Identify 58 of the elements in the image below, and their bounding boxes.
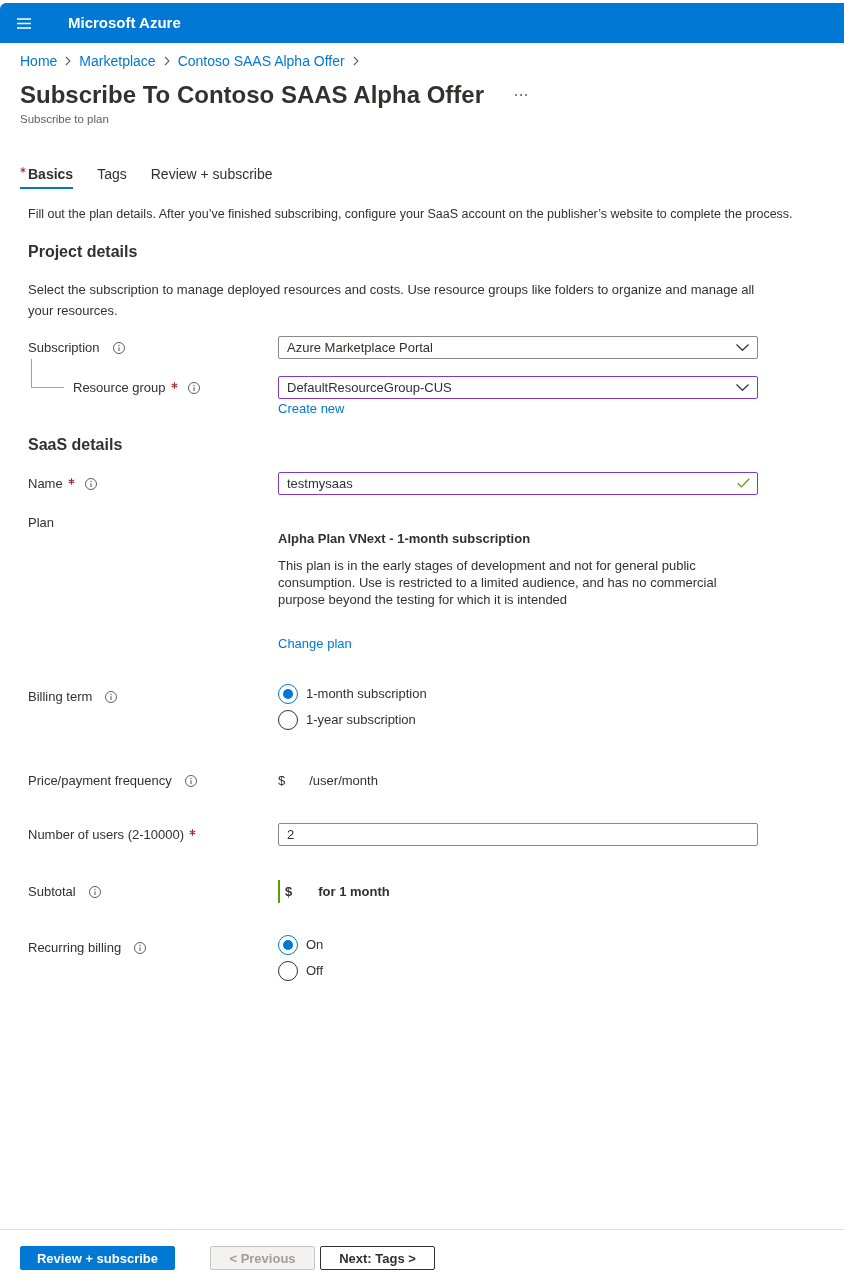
price-unit: /user/month bbox=[309, 772, 378, 790]
menu-icon[interactable] bbox=[17, 17, 31, 29]
info-icon[interactable] bbox=[134, 942, 147, 954]
breadcrumb-link[interactable]: Marketplace bbox=[79, 53, 156, 69]
chevron-right-icon bbox=[65, 56, 72, 66]
change-plan-link[interactable]: Change plan bbox=[278, 636, 352, 652]
info-icon[interactable] bbox=[88, 885, 101, 898]
field-label: Billing term bbox=[28, 688, 93, 706]
option-label[interactable]: On bbox=[306, 936, 324, 954]
tab[interactable]: Basics bbox=[20, 164, 74, 189]
radio-button[interactable] bbox=[278, 935, 298, 955]
page-subtitle: Subscribe to plan bbox=[20, 112, 109, 127]
radio-button[interactable] bbox=[278, 710, 298, 730]
field-label: Recurring billing bbox=[28, 939, 122, 957]
field-label: Price/payment frequency bbox=[28, 772, 172, 790]
intro-text: Fill out the plan details. After you’ve finished subscribing, configure your SaaS account on the publisher’s website to complete the process. bbox=[28, 206, 794, 223]
price-currency: $ bbox=[278, 772, 286, 790]
option-label[interactable]: 1-month subscription bbox=[306, 685, 427, 703]
chevron-down-icon bbox=[736, 344, 749, 351]
radio-button[interactable] bbox=[278, 961, 298, 981]
breadcrumb-link[interactable]: Contoso SAAS Alpha Offer bbox=[177, 53, 345, 69]
field-label: Plan bbox=[28, 514, 55, 532]
text-input[interactable]: 2 bbox=[278, 823, 758, 846]
app-title[interactable]: Microsoft Azure bbox=[68, 13, 181, 33]
field-label: Subscription bbox=[28, 338, 100, 357]
subtotal-period: for 1 month bbox=[318, 884, 390, 899]
radio-button[interactable] bbox=[278, 684, 298, 704]
text-input[interactable]: testmysaas bbox=[278, 472, 758, 495]
field-label: Resource group bbox=[73, 378, 166, 397]
select-dropdown[interactable]: DefaultResourceGroup-CUS bbox=[278, 376, 758, 399]
chevron-down-icon bbox=[736, 384, 749, 391]
info-icon[interactable] bbox=[184, 775, 197, 787]
footer-button[interactable]: Review + subscribe bbox=[20, 1246, 175, 1270]
info-icon[interactable] bbox=[84, 477, 97, 490]
subtotal-currency: $ bbox=[285, 884, 293, 899]
info-icon[interactable] bbox=[105, 691, 118, 703]
tab[interactable]: Review + subscribe bbox=[150, 164, 273, 189]
section-heading: Project details bbox=[28, 242, 138, 262]
chevron-right-icon bbox=[163, 56, 170, 66]
section-heading: SaaS details bbox=[28, 435, 123, 455]
footer-button[interactable]: Next: Tags > bbox=[320, 1246, 435, 1270]
tab[interactable]: Tags bbox=[97, 164, 127, 189]
plan-title: Alpha Plan VNext - 1-month subscription bbox=[278, 530, 531, 548]
page-title: Subscribe To Contoso SAAS Alpha Offer bbox=[20, 80, 485, 110]
plan-description: This plan is in the early stages of development and not for general public consumption. Use is restricted to a limited audience, and has no commercial purpose beyond the testing for which it is intended bbox=[278, 557, 718, 608]
create-new-link[interactable]: Create new bbox=[278, 401, 345, 417]
select-dropdown[interactable]: Azure Marketplace Portal bbox=[278, 336, 758, 359]
info-icon[interactable] bbox=[187, 381, 200, 394]
field-label: Number of users (2-10000) bbox=[28, 825, 185, 844]
info-icon[interactable] bbox=[112, 341, 125, 354]
option-label[interactable]: 1-year subscription bbox=[306, 711, 416, 729]
field-label: Name bbox=[28, 474, 63, 493]
more-icon[interactable] bbox=[514, 93, 529, 97]
chevron-right-icon bbox=[352, 56, 359, 66]
field-label: Subtotal bbox=[28, 882, 76, 901]
option-label[interactable]: Off bbox=[306, 962, 324, 980]
section-description: Select the subscription to manage deployed resources and costs. Use resource groups like folders to organize and manage all your resources. bbox=[28, 281, 756, 320]
breadcrumb-link[interactable]: Home bbox=[20, 53, 58, 69]
